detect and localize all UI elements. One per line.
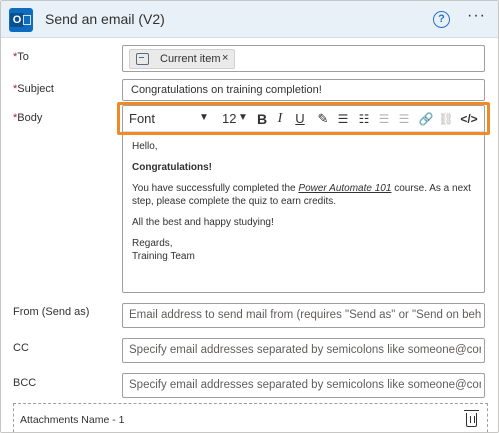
current-item-token[interactable]: Current item × — [129, 49, 235, 69]
body-wish: All the best and happy studying! — [132, 217, 274, 228]
outlook-icon: O — [9, 8, 33, 32]
course-link[interactable]: Power Automate 101 — [298, 183, 391, 194]
action-header[interactable]: O Send an email (V2) ? ··· — [1, 1, 498, 38]
from-field[interactable]: Email address to send mail from (require… — [122, 303, 485, 328]
subject-field[interactable]: Congratulations on training completion! — [122, 79, 485, 101]
cc-label: CC — [13, 342, 29, 354]
subject-value: Congratulations on training completion! — [131, 84, 322, 96]
toolbar-highlight-box — [117, 102, 490, 135]
body-greeting: Hello, — [132, 141, 158, 152]
bcc-label: BCC — [13, 377, 37, 389]
body-content[interactable]: Hello, Congratulations! You have success… — [132, 140, 484, 271]
cc-field[interactable]: Specify email addresses separated by sem… — [122, 338, 485, 363]
body-headline: Congratulations! — [132, 162, 212, 173]
body-label: *Body — [13, 112, 43, 124]
from-placeholder: Email address to send mail from (require… — [129, 309, 481, 321]
cc-placeholder: Specify email addresses separated by sem… — [129, 344, 481, 356]
body-paragraph: You have successfully completed the Powe… — [132, 183, 471, 207]
subject-label: *Subject — [13, 83, 54, 95]
from-label: From (Send as) — [13, 306, 90, 318]
attachments-group: Attachments Name - 1 — [13, 403, 488, 432]
action-card: O Send an email (V2) ? ··· *To Current i… — [0, 0, 499, 433]
to-field[interactable]: Current item × — [122, 45, 485, 72]
dynamic-content-icon — [136, 53, 149, 65]
body-signature: Regards, Training Team — [132, 238, 195, 262]
bcc-field[interactable]: Specify email addresses separated by sem… — [122, 373, 485, 398]
action-title: Send an email (V2) — [45, 11, 165, 27]
token-label: Current item — [160, 53, 221, 65]
bcc-placeholder: Specify email addresses separated by sem… — [129, 379, 481, 391]
attachments-name-label: Attachments Name - 1 — [20, 414, 125, 426]
to-label: *To — [13, 51, 29, 63]
delete-attachment-icon[interactable] — [464, 410, 479, 427]
help-icon[interactable]: ? — [433, 11, 450, 28]
remove-token-icon[interactable]: × — [222, 52, 228, 64]
more-options-icon[interactable]: ··· — [467, 7, 486, 25]
